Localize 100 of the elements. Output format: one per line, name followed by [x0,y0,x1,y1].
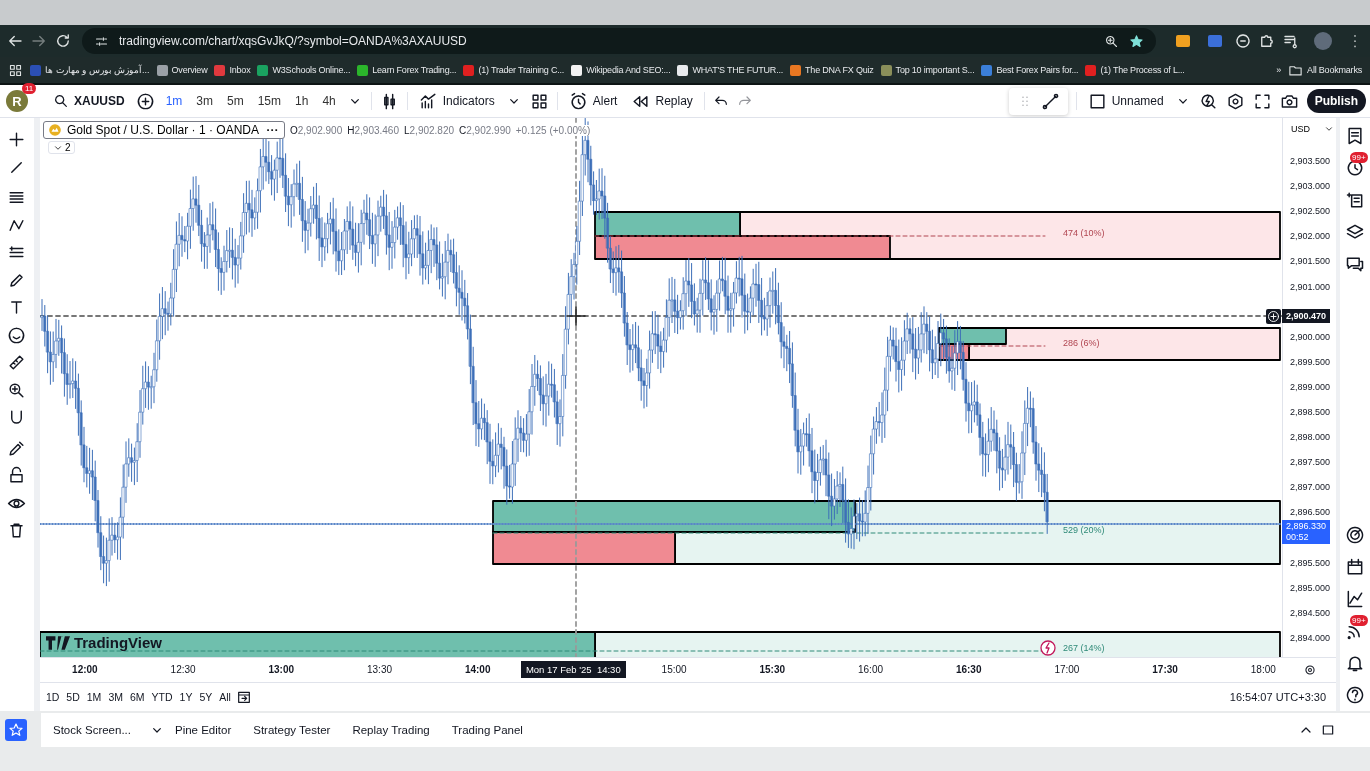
clock-time[interactable]: 16:54:07 UTC+3:30 [1229,691,1327,704]
price-label: 2,897.500 [1289,457,1330,468]
more-bookmarks-button[interactable]: » [1276,65,1282,75]
bookmark[interactable]: Learn Forex Trading... [357,64,457,76]
ohlc-value: L2,902.820 [404,124,455,136]
emoji-icon[interactable] [7,325,27,345]
trend-line-icon[interactable] [1040,91,1060,111]
interval-button[interactable]: 3m [193,92,216,110]
interval-button[interactable]: 1h [292,92,312,110]
alert-button[interactable]: Alert [565,89,621,113]
interval-button[interactable]: 15m [254,92,285,110]
bookmark[interactable]: آموزش بورس و مهارت ها... [30,64,150,76]
price-label: 2,897.000 [1289,482,1330,493]
bookmark[interactable]: Best Forex Pairs for... [981,64,1079,76]
settings-icon[interactable] [1302,663,1317,678]
price-change: +0.125 (+0.00%) [515,124,591,136]
bookmark[interactable]: (1) The Process of L... [1085,64,1185,76]
range-button[interactable]: 1Y [177,690,195,705]
add-plus-icon[interactable] [1265,309,1281,324]
layout-button[interactable]: Unnamed [1084,89,1167,113]
bookmark[interactable]: Inbox [214,64,251,76]
interval-button[interactable]: 5m [224,92,247,110]
coin-icon [47,123,62,137]
reload-icon[interactable] [54,32,72,50]
price-label: 2,901.500 [1289,256,1330,267]
bookmark[interactable]: Overview [156,64,208,76]
indicators-button[interactable]: Indicators [415,89,498,113]
crosshair-icon[interactable] [7,130,27,149]
settings-icon[interactable] [1225,91,1245,111]
range-button[interactable]: 5Y [197,690,215,705]
symbol-legend[interactable]: Gold Spot / U.S. Dollar · 1 · OANDA [42,121,285,139]
range-button[interactable]: All [217,690,233,705]
address-bar[interactable]: tradingview.com/chart/xqsGvJkQ/?symbol=OANDA%3AXAUUSD [82,28,1156,54]
replay-button[interactable]: Replay [628,89,696,113]
position-tool-drawing[interactable] [492,500,1281,565]
range-button[interactable]: 5D [64,690,82,705]
panel-tab[interactable]: Stock Screen... [49,722,143,738]
favorites-star-button[interactable] [5,719,27,741]
time-label: 16:00 [857,664,884,676]
panel-tab[interactable]: Trading Panel [447,722,535,738]
range-button[interactable]: 6M [127,690,147,705]
time-label: 12:00 [71,664,99,676]
price-label: 2,900.000 [1289,331,1330,342]
alarm-clock-icon [568,91,588,111]
range-button[interactable]: YTD [149,690,175,705]
chat-icon[interactable] [1345,254,1366,274]
price-label: 2,896.500 [1289,507,1330,518]
puzzle-icon[interactable] [1258,32,1276,50]
last-price-label: 2,896.330 00:52 [1281,520,1330,544]
bookmark[interactable]: WHAT'S THE FUTUR... [677,64,784,76]
panel-tab[interactable]: Replay Trading [348,722,442,738]
help-icon[interactable] [1345,685,1366,705]
maximize-icon[interactable] [1320,722,1336,738]
bookmark[interactable]: W3Schools Online... [257,64,351,76]
bookmark[interactable]: Wikipedia And SEO:... [571,64,671,76]
add-symbol-icon[interactable] [135,91,155,111]
position-tool-drawing[interactable] [938,327,1281,361]
apps-grid-icon[interactable] [8,62,23,78]
time-label: 15:30 [758,664,787,676]
price-label: 2,898.500 [1289,407,1330,417]
fullscreen-icon[interactable] [1252,91,1272,111]
position-label: 474 (10%) [1062,228,1105,238]
zoom-icon[interactable] [1104,33,1119,49]
user-avatar[interactable]: R [6,90,28,112]
indicators-collapse-button[interactable]: 2 [47,141,76,154]
bookmark[interactable]: (1) Trader Training C... [463,64,565,76]
time-label: 12:30 [169,664,197,676]
interval-button[interactable]: 1m [162,92,186,110]
position-tool-drawing[interactable] [39,631,1281,658]
layout-grid-icon[interactable] [529,91,549,111]
price-label: 2,902.500 [1289,206,1330,217]
ohlc-value: C2,902.990 [459,124,511,136]
range-button[interactable]: 3M [106,690,125,705]
ohlc-value: O2,902.900 [289,124,343,136]
extension-icon[interactable] [1234,32,1252,50]
all-bookmarks-button[interactable]: All Bookmarks [1288,62,1362,78]
range-button[interactable]: 1M [84,690,104,705]
tradingview-logo[interactable]: TradingView [45,634,162,651]
ohlc-value: H2,903.460 [347,124,399,136]
lightning-icon[interactable] [1040,640,1056,656]
panel-tab[interactable]: Pine Editor [171,722,244,738]
target-icon[interactable] [1345,525,1366,545]
quick-search-icon[interactable] [1198,91,1218,111]
interval-button[interactable]: 4h [319,92,339,110]
symbol-search-button[interactable]: XAUUSD [50,91,128,111]
price-label: 2,898.000 [1289,432,1330,443]
profile-avatar[interactable] [1314,32,1332,50]
price-label: 2,903.000 [1289,181,1330,192]
panel-tab[interactable]: Strategy Tester [249,722,343,738]
bookmark-star-icon[interactable] [1129,33,1144,49]
publish-button[interactable]: Publish [1306,89,1366,113]
goto-date-icon[interactable] [235,689,252,706]
search-icon [53,93,69,109]
position-tool-drawing[interactable] [594,211,1281,260]
crosshair-price-label: 2,900.470 [1281,309,1330,323]
bookmark[interactable]: The DNA FX Quiz [790,64,874,76]
range-button[interactable]: 1D [43,690,62,705]
notification-badge: 99+ [1350,152,1368,163]
price-label: 2,899.500 [1289,356,1330,367]
bookmark[interactable]: Top 10 important S... [880,64,975,76]
